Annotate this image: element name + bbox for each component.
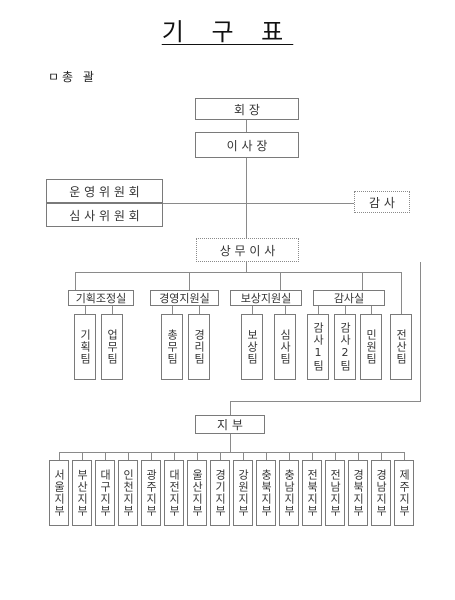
auditor-box: 감 사 xyxy=(354,191,410,213)
team-review: 심사팀 xyxy=(274,314,296,380)
branch-incheon: 인천지부 xyxy=(118,460,138,526)
branch-head-box: 지 부 xyxy=(195,415,265,434)
branch-jeonnam: 전남지부 xyxy=(325,460,345,526)
branch-daejeon: 대전지부 xyxy=(164,460,184,526)
branch-gwangju: 광주지부 xyxy=(141,460,161,526)
page-title: 기 구 표 xyxy=(161,18,294,46)
branch-chungnam: 충남지부 xyxy=(279,460,299,526)
team-general-affairs: 총무팀 xyxy=(161,314,183,380)
branch-gyeongbuk: 경북지부 xyxy=(348,460,368,526)
president-box: 이 사 장 xyxy=(195,132,299,158)
operation-committee-box: 운 영 위 원 회 xyxy=(46,179,163,203)
branch-chungbuk: 충북지부 xyxy=(256,460,276,526)
section-label: ㅁ총 괄 xyxy=(48,70,97,84)
team-it: 전산팀 xyxy=(390,314,412,380)
team-accounting: 경리팀 xyxy=(188,314,210,380)
branch-gangwon: 강원지부 xyxy=(233,460,253,526)
team-operations: 업무팀 xyxy=(101,314,123,380)
office-management: 경영지원실 xyxy=(150,290,219,306)
branch-jeonbuk: 전북지부 xyxy=(302,460,322,526)
team-civil-complaints: 민원팀 xyxy=(360,314,382,380)
branch-gyeonggi: 경기지부 xyxy=(210,460,230,526)
team-audit-1: 감사1팀 xyxy=(307,314,329,380)
office-audit: 감사실 xyxy=(313,290,385,306)
team-planning: 기획팀 xyxy=(74,314,96,380)
office-compensation: 보상지원실 xyxy=(230,290,302,306)
branch-jeju: 제주지부 xyxy=(394,460,414,526)
team-compensation: 보상팀 xyxy=(241,314,263,380)
branch-busan: 부산지부 xyxy=(72,460,92,526)
office-planning: 기획조정실 xyxy=(68,290,134,306)
team-audit-2: 감사2팀 xyxy=(334,314,356,380)
branch-gyeongnam: 경남지부 xyxy=(371,460,391,526)
branch-ulsan: 울산지부 xyxy=(187,460,207,526)
review-committee-box: 심 사 위 원 회 xyxy=(46,203,163,227)
branch-seoul: 서울지부 xyxy=(49,460,69,526)
managing-director-box: 상 무 이 사 xyxy=(196,238,299,262)
branch-daegu: 대구지부 xyxy=(95,460,115,526)
chairman-box: 회 장 xyxy=(195,98,299,120)
